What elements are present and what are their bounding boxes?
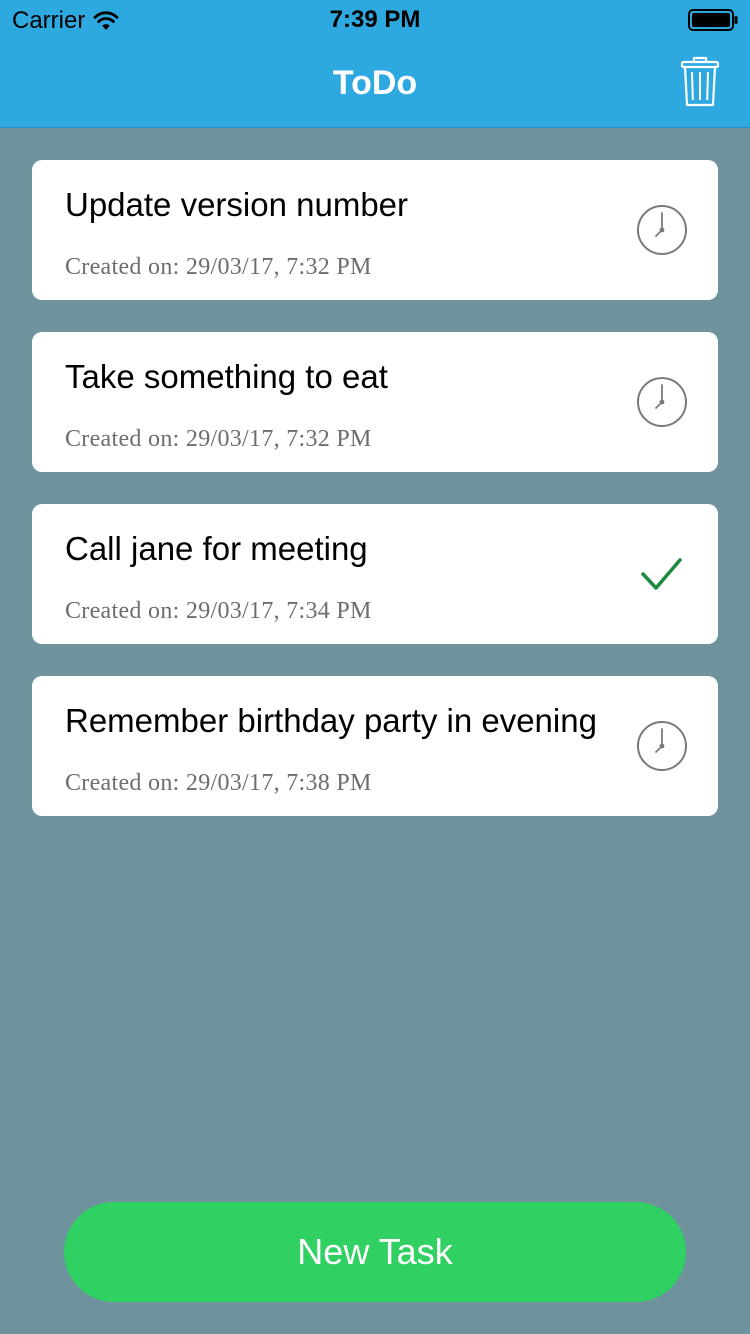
navigation-bar: Carrier 7:39 PM ToDo [0,0,750,128]
task-created-date: Created on: 29/03/17, 7:32 PM [65,254,372,280]
clock-icon[interactable] [636,204,688,256]
status-bar: Carrier 7:39 PM [0,0,750,40]
clock-icon[interactable] [636,720,688,772]
new-task-button[interactable]: New Task [64,1202,686,1302]
clock-icon[interactable] [636,376,688,428]
page-title: ToDo [332,64,418,102]
task-card[interactable]: Call jane for meeting Created on: 29/03/… [32,504,718,644]
delete-button[interactable] [680,56,720,108]
task-created-date: Created on: 29/03/17, 7:32 PM [65,426,372,452]
task-title: Update version number [65,186,409,223]
task-card[interactable]: Take something to eat Created on: 29/03/… [32,332,718,472]
checkmark-icon[interactable] [636,548,688,600]
task-title: Call jane for meeting [65,530,368,567]
task-card[interactable]: Remember birthday party in evening Creat… [32,676,718,816]
task-title: Remember birthday party in evening [65,702,597,739]
task-list: Update version number Created on: 29/03/… [32,160,718,848]
task-created-date: Created on: 29/03/17, 7:38 PM [65,770,372,796]
status-time: 7:39 PM [329,6,421,33]
task-title: Take something to eat [65,358,388,395]
trash-icon [680,56,720,107]
task-card[interactable]: Update version number Created on: 29/03/… [32,160,718,300]
battery-full-icon [688,9,738,31]
task-created-date: Created on: 29/03/17, 7:34 PM [65,598,372,624]
